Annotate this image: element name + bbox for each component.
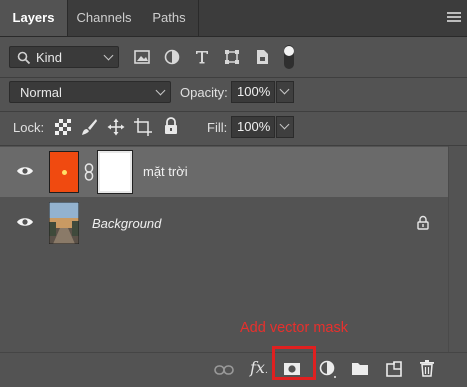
image-filter-icon[interactable] [133,48,151,66]
lock-icon[interactable] [417,215,429,230]
opacity-dropdown-button[interactable] [276,81,294,103]
eye-icon[interactable] [16,216,34,228]
layer-row-mat-troi[interactable]: mặt trời [0,147,448,197]
panel-tab-bar: Layers Channels Paths [0,0,467,37]
adjustment-filter-icon[interactable] [163,48,181,66]
layer-name: Background [92,216,162,231]
blend-mode-dropdown[interactable]: Normal [9,81,171,103]
link-layers-icon[interactable] [214,364,234,376]
add-mask-highlight [272,346,316,380]
lock-all-icon[interactable] [163,117,179,135]
fx-icon[interactable]: fx. [250,358,268,377]
tab-channels[interactable]: Channels [68,0,140,36]
filter-toggle-icon[interactable] [281,44,297,70]
search-icon [17,51,31,65]
layer-mask-thumbnail[interactable] [97,150,133,194]
layers-empty-area[interactable] [0,248,448,352]
smart-object-filter-icon[interactable] [253,48,271,66]
lock-image-icon[interactable] [80,118,98,136]
layers-panel: Layers Channels Paths Kind Normal Opacit… [0,0,467,387]
shape-filter-icon[interactable] [223,48,241,66]
fill-label: Fill: [207,120,228,135]
new-layer-icon[interactable] [385,360,403,378]
fill-field[interactable]: 100% [231,116,275,138]
lock-label: Lock: [13,120,45,135]
layer-thumbnail-landscape[interactable] [49,202,79,244]
lock-transparent-icon[interactable] [55,119,71,135]
layer-thumbnail-sun[interactable] [49,151,79,193]
folder-icon[interactable] [351,362,369,376]
adjustment-layer-icon[interactable] [319,360,339,380]
layer-name: mặt trời [143,164,188,179]
trash-icon[interactable] [419,359,435,377]
layers-scrollbar[interactable] [448,146,467,352]
blend-mode-value: Normal [20,85,62,100]
tab-paths[interactable]: Paths [140,0,199,36]
layer-row-background[interactable]: Background [0,198,448,248]
layers-bottom-bar: fx. [0,352,467,387]
opacity-label: Opacity: [180,85,228,100]
lock-artboard-icon[interactable] [134,118,152,136]
type-filter-icon[interactable] [193,48,211,66]
fx-label: fx [250,358,265,377]
tab-layers[interactable]: Layers [0,0,68,36]
fill-dropdown-button[interactable] [276,116,294,138]
lock-position-icon[interactable] [107,118,125,136]
link-icon[interactable] [84,163,94,181]
opacity-field[interactable]: 100% [231,81,275,103]
panel-menu-icon[interactable] [447,10,461,24]
annotation-text: Add vector mask [240,320,348,336]
filter-kind-dropdown[interactable]: Kind [9,46,119,68]
eye-icon[interactable] [16,165,34,177]
filter-kind-label: Kind [36,50,63,65]
